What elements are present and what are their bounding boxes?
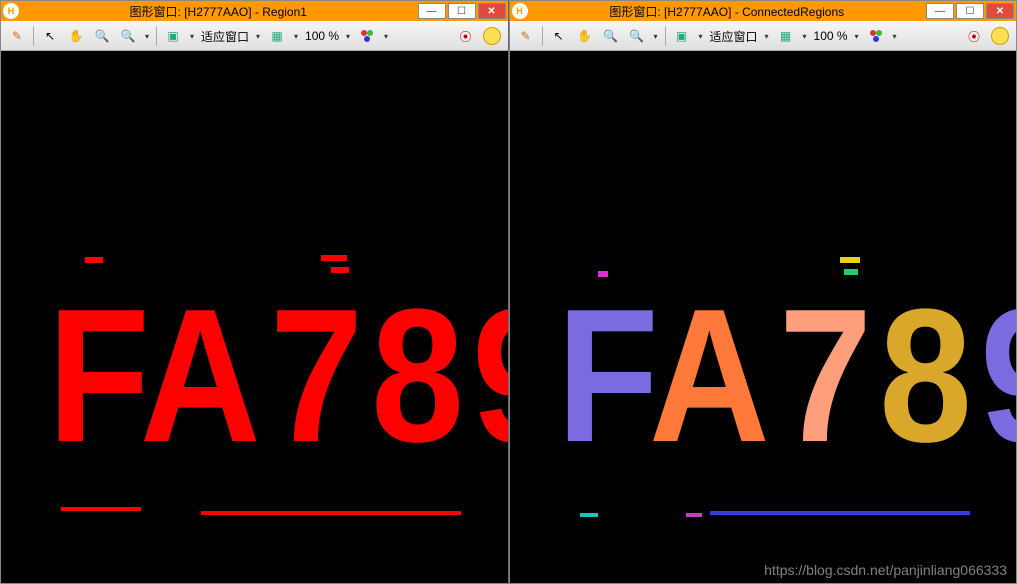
underline (201, 511, 461, 515)
char-9: 9 (472, 281, 508, 471)
fit-label: 适应窗口 (708, 28, 760, 45)
separator (542, 26, 543, 46)
char-F: F (48, 281, 146, 471)
minimize-button[interactable]: — (418, 3, 446, 19)
graph-icon[interactable]: ⦿ (454, 24, 478, 48)
window-title: 图形窗口: [H2777AAO] - ConnectedRegions (532, 3, 923, 20)
maximize-button[interactable]: ☐ (956, 3, 984, 19)
draw-tool-icon[interactable]: ✎ (514, 24, 538, 48)
window-controls: — ☐ ✕ (926, 3, 1014, 19)
draw-tool-icon[interactable]: ✎ (5, 24, 29, 48)
separator (33, 26, 34, 46)
plate-region: F A 7 8 9 0 (41, 261, 474, 491)
hint-bulb-icon[interactable] (480, 24, 504, 48)
zoom-percent-label: 100 % (812, 29, 850, 43)
color-dropdown-icon[interactable]: ▾ (381, 32, 391, 41)
fit-dropdown2-icon[interactable]: ▾ (253, 32, 263, 41)
color-dropdown-icon[interactable]: ▾ (890, 32, 900, 41)
zoom-in-icon[interactable]: 🔍 (625, 24, 649, 48)
pan-tool-icon[interactable]: ✋ (64, 24, 88, 48)
titlebar[interactable]: H 图形窗口: [H2777AAO] - ConnectedRegions — … (510, 1, 1017, 21)
palette-icon[interactable]: ▦ (774, 24, 798, 48)
hint-bulb-icon[interactable] (988, 24, 1012, 48)
palette-dropdown-icon[interactable]: ▾ (291, 32, 301, 41)
maximize-button[interactable]: ☐ (448, 3, 476, 19)
underline (710, 511, 970, 515)
char-7: 7 (779, 281, 868, 471)
char-8: 8 (879, 281, 968, 471)
char-9: 9 (980, 281, 1016, 471)
dual-window-container: H 图形窗口: [H2777AAO] - Region1 — ☐ ✕ ✎ ↖ ✋… (0, 0, 1017, 584)
zoom-percent-dropdown-icon[interactable]: ▾ (343, 32, 353, 41)
plate-region: F A 7 8 9 0 (550, 261, 983, 491)
separator (665, 26, 666, 46)
app-icon: H (512, 3, 528, 19)
underline (686, 513, 702, 517)
fit-dropdown-icon[interactable]: ▾ (696, 32, 706, 41)
char-7: 7 (270, 281, 359, 471)
palette-dropdown-icon[interactable]: ▾ (800, 32, 810, 41)
zoom-dropdown-icon[interactable]: ▾ (651, 32, 661, 41)
pointer-tool-icon[interactable]: ↖ (547, 24, 571, 48)
toolbar: ✎ ↖ ✋ 🔍 🔍 ▾ ▣ ▾ 适应窗口 ▾ ▦ ▾ 100 % ▾ ▾ ⦿ (1, 21, 508, 51)
fit-dropdown2-icon[interactable]: ▾ (762, 32, 772, 41)
image-canvas[interactable]: F A 7 8 9 0 (510, 51, 1017, 583)
window-region1: H 图形窗口: [H2777AAO] - Region1 — ☐ ✕ ✎ ↖ ✋… (0, 0, 509, 584)
close-button[interactable]: ✕ (478, 3, 506, 19)
zoom-dropdown-icon[interactable]: ▾ (142, 32, 152, 41)
zoom-tool-icon[interactable]: 🔍 (90, 24, 114, 48)
graph-icon[interactable]: ⦿ (962, 24, 986, 48)
close-button[interactable]: ✕ (986, 3, 1014, 19)
palette-icon[interactable]: ▦ (265, 24, 289, 48)
fit-label: 适应窗口 (199, 28, 251, 45)
pan-tool-icon[interactable]: ✋ (573, 24, 597, 48)
fit-window-icon[interactable]: ▣ (161, 24, 185, 48)
color-tool-icon[interactable] (355, 24, 379, 48)
window-controls: — ☐ ✕ (418, 3, 506, 19)
char-F: F (556, 281, 654, 471)
zoom-in-icon[interactable]: 🔍 (116, 24, 140, 48)
char-A: A (140, 281, 256, 471)
fit-dropdown-icon[interactable]: ▾ (187, 32, 197, 41)
window-connected-regions: H 图形窗口: [H2777AAO] - ConnectedRegions — … (509, 0, 1017, 584)
separator (156, 26, 157, 46)
minimize-button[interactable]: — (926, 3, 954, 19)
fit-window-icon[interactable]: ▣ (670, 24, 694, 48)
pointer-tool-icon[interactable]: ↖ (38, 24, 62, 48)
app-icon: H (3, 3, 19, 19)
underline (61, 507, 141, 511)
titlebar[interactable]: H 图形窗口: [H2777AAO] - Region1 — ☐ ✕ (1, 1, 508, 21)
image-canvas[interactable]: F A 7 8 9 0 (1, 51, 508, 583)
char-8: 8 (371, 281, 460, 471)
char-A: A (648, 281, 764, 471)
color-tool-icon[interactable] (864, 24, 888, 48)
zoom-tool-icon[interactable]: 🔍 (599, 24, 623, 48)
zoom-percent-dropdown-icon[interactable]: ▾ (852, 32, 862, 41)
underline (580, 513, 598, 517)
toolbar: ✎ ↖ ✋ 🔍 🔍 ▾ ▣ ▾ 适应窗口 ▾ ▦ ▾ 100 % ▾ ▾ ⦿ (510, 21, 1017, 51)
zoom-percent-label: 100 % (303, 29, 341, 43)
window-title: 图形窗口: [H2777AAO] - Region1 (23, 3, 414, 20)
